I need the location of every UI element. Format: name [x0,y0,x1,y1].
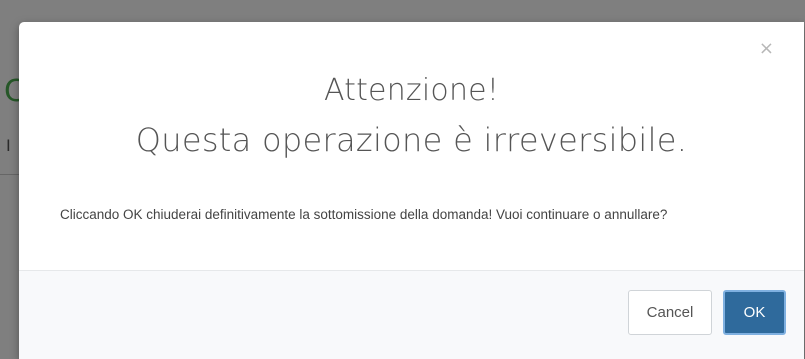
dialog-footer: Cancel OK [19,270,804,359]
dialog-title: Attenzione! Questa operazione è irrevers… [19,22,804,164]
page: C I × Attenzione! Questa operazione è ir… [0,0,805,359]
close-icon[interactable]: × [759,40,774,58]
dialog-title-message: Questa operazione è irreversibile. [135,121,688,159]
confirm-dialog: × Attenzione! Questa operazione è irreve… [19,22,804,359]
dialog-body-text: Cliccando OK chiuderai definitivamente l… [60,207,668,222]
ok-button[interactable]: OK [723,290,786,335]
dialog-title-warning: Attenzione! [323,73,500,108]
cancel-button[interactable]: Cancel [628,290,712,335]
